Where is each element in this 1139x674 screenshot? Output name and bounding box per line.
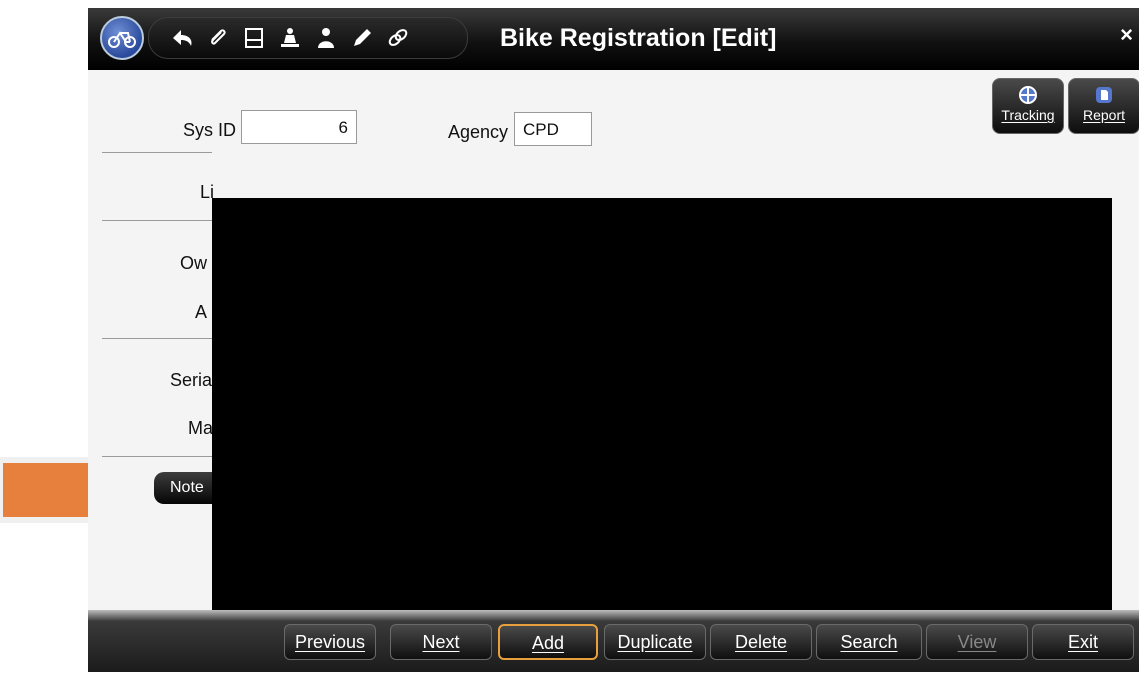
divider — [102, 338, 212, 339]
undo-icon[interactable] — [169, 26, 195, 50]
sys-id-label: Sys ID — [182, 120, 236, 140]
link-icon[interactable] — [385, 26, 411, 50]
report-label: Report — [1082, 107, 1126, 123]
paperclip-icon[interactable] — [205, 26, 231, 50]
window-title: Bike Registration [Edit] — [500, 24, 777, 52]
title-bar: Bike Registration [Edit] × — [88, 8, 1139, 70]
tracking-button[interactable]: Tracking — [992, 78, 1064, 134]
divider — [102, 220, 212, 221]
next-button[interactable]: Next — [390, 624, 492, 660]
duplicate-button[interactable]: Duplicate — [604, 624, 706, 660]
search-button[interactable]: Search — [816, 624, 922, 660]
form-icon[interactable] — [241, 26, 267, 50]
person-icon[interactable] — [313, 26, 339, 50]
agency-field[interactable]: CPD — [514, 112, 592, 146]
report-button[interactable]: Report — [1068, 78, 1139, 134]
bike-app-icon[interactable] — [100, 16, 144, 60]
view-button: View — [926, 624, 1028, 660]
exit-button[interactable]: Exit — [1032, 624, 1134, 660]
pin-icon[interactable] — [277, 26, 303, 50]
close-icon[interactable]: × — [1120, 22, 1133, 48]
bike-registration-window: Bike Registration [Edit] × Sys ID 6 Agen… — [88, 8, 1139, 672]
tracking-label: Tracking — [1001, 107, 1055, 123]
agency-label: Agency — [447, 122, 508, 142]
redacted-region — [212, 198, 1112, 620]
crosshair-icon — [1019, 86, 1037, 104]
report-icon — [1096, 87, 1112, 103]
pencil-icon[interactable] — [349, 26, 375, 50]
add-button[interactable]: Add — [498, 624, 598, 660]
divider — [102, 456, 212, 457]
toolbar — [148, 17, 468, 59]
divider — [102, 152, 212, 153]
delete-button[interactable]: Delete — [710, 624, 812, 660]
navigation-bar: Previous Next Add Duplicate Delete Searc… — [88, 610, 1139, 672]
registration-form: Sys ID 6 Agency CPD Tracking Report Li O… — [88, 70, 1139, 620]
previous-button[interactable]: Previous — [284, 624, 376, 660]
sys-id-field[interactable]: 6 — [241, 110, 357, 144]
